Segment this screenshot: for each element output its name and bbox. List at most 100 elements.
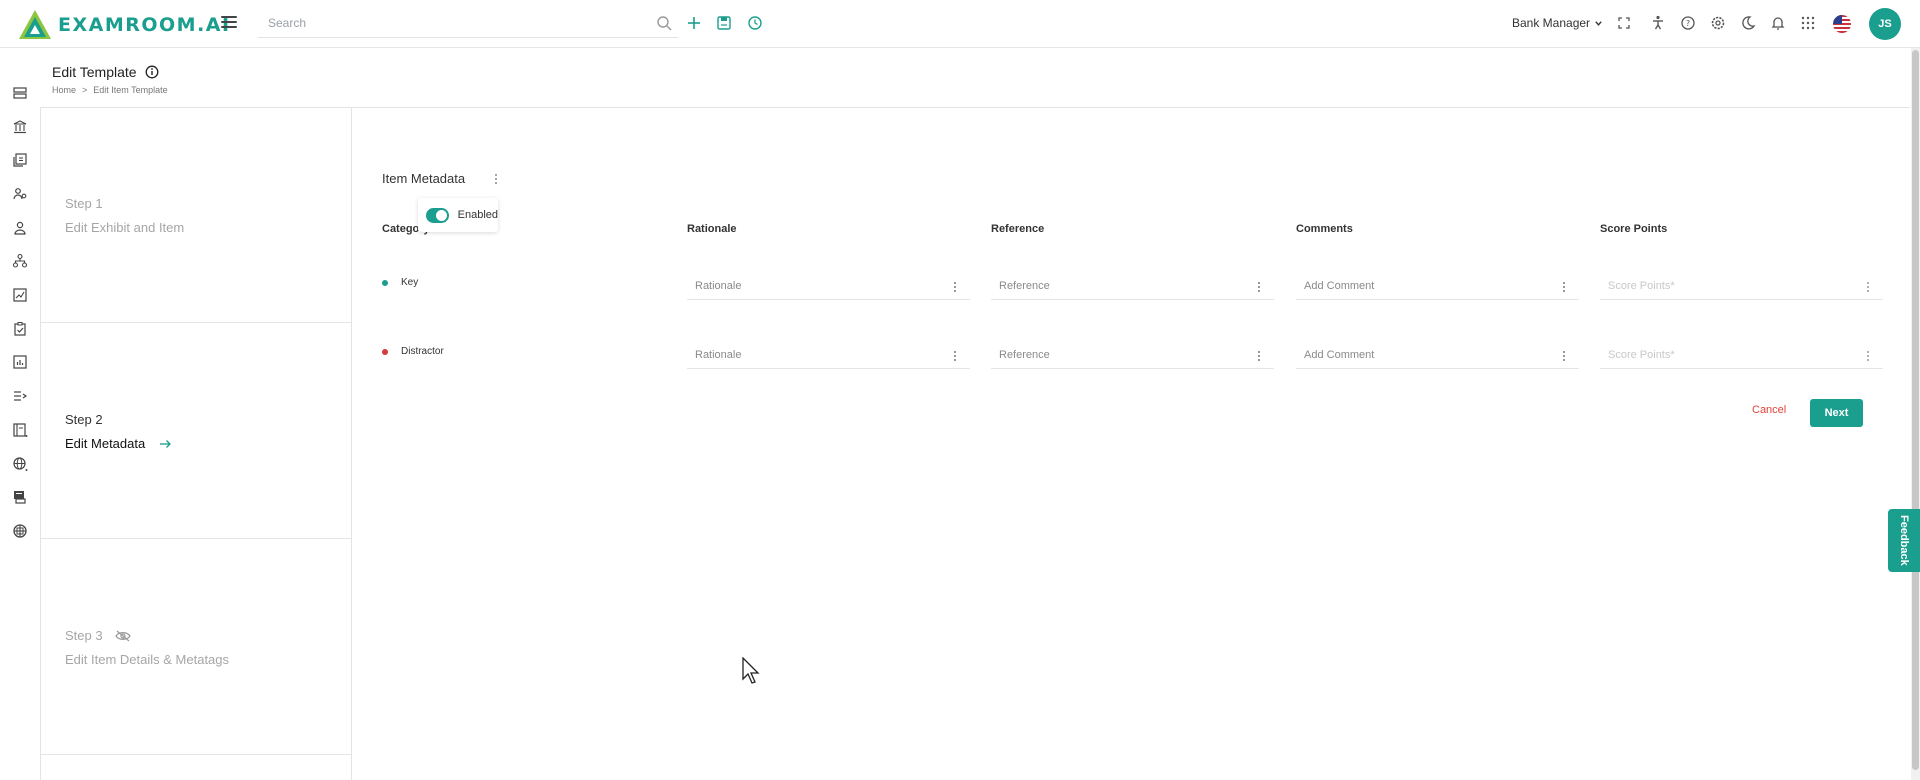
step-2-number-text: Step 2 <box>65 412 103 427</box>
column-header-rationale: Rationale <box>687 223 737 235</box>
rationale-field-text: Rationale <box>695 349 742 361</box>
more-vertical-icon[interactable] <box>1252 349 1266 363</box>
breadcrumb-home[interactable]: Home <box>52 85 76 95</box>
table-row-key: Key <box>382 277 418 288</box>
dashboard-icon[interactable] <box>12 85 28 101</box>
arrow-right-icon <box>160 439 172 448</box>
rationale-field-text: Rationale <box>695 280 742 292</box>
scrollbar-thumb[interactable] <box>1912 50 1919 770</box>
step-3[interactable]: Step 3 Edit Item Details & Metatags <box>41 540 352 755</box>
more-vertical-icon[interactable] <box>948 349 962 363</box>
enabled-toggle-label: Enabled <box>457 209 498 221</box>
comment-field-text: Add Comment <box>1304 280 1375 292</box>
accessibility-icon[interactable] <box>1648 13 1668 33</box>
row-category: Distractor <box>401 346 444 357</box>
logo-text: EXAMROOM.AI <box>58 13 231 36</box>
table-row-distractor: Distractor <box>382 346 444 357</box>
step-1-number: Step 1 <box>65 196 103 211</box>
rationale-field[interactable]: Rationale <box>687 272 970 300</box>
logo[interactable]: EXAMROOM.AI <box>18 9 231 40</box>
next-button[interactable]: Next <box>1810 399 1863 427</box>
settings-icon[interactable] <box>1708 13 1728 33</box>
tasks-icon[interactable] <box>12 321 28 337</box>
web-icon[interactable] <box>12 523 28 539</box>
avatar[interactable]: JS <box>1869 8 1901 40</box>
print-icon[interactable] <box>12 489 28 505</box>
more-vertical-icon[interactable] <box>1557 349 1571 363</box>
step-3-number-text: Step 3 <box>65 628 103 643</box>
more-vertical-icon[interactable] <box>948 280 962 294</box>
breadcrumb-current: Edit Item Template <box>93 85 168 95</box>
reference-field[interactable]: Reference <box>991 272 1274 300</box>
bank-icon[interactable] <box>12 119 28 135</box>
step-1-label: Edit Exhibit and Item <box>65 220 184 235</box>
globe-icon[interactable] <box>12 456 28 472</box>
apps-grid-icon[interactable] <box>1798 13 1818 33</box>
mouse-cursor-icon <box>742 657 760 684</box>
top-bar: EXAMROOM.AI Bank Manager <box>0 0 1920 48</box>
items-icon[interactable] <box>12 152 28 168</box>
section-title: Item Metadata <box>382 171 466 186</box>
column-header-reference: Reference <box>991 223 1045 235</box>
analytics-icon[interactable] <box>12 354 28 370</box>
cancel-button[interactable]: Cancel <box>1752 404 1786 416</box>
hierarchy-icon[interactable] <box>12 253 28 269</box>
key-status-dot <box>382 279 388 286</box>
logo-mark-icon <box>19 10 51 39</box>
feedback-tab[interactable]: Feedback <box>1888 509 1920 572</box>
metadata-content: Item Metadata Category Rationale Referen… <box>352 108 1910 780</box>
role-dropdown[interactable]: Bank Manager <box>1512 16 1603 30</box>
step-1[interactable]: Step 1 Edit Exhibit and Item <box>41 108 352 323</box>
search-input[interactable] <box>258 10 648 36</box>
plus-icon[interactable] <box>684 13 704 33</box>
page-header: Edit Template Home > Edit Item Template <box>40 48 1910 108</box>
enabled-toggle-popup: Enabled <box>418 198 498 232</box>
step-2-number: Step 2 <box>65 412 103 427</box>
svg-text:?: ? <box>1686 19 1690 28</box>
us-flag-icon[interactable] <box>1833 15 1851 33</box>
reference-field-text: Reference <box>999 349 1050 361</box>
steps-panel: Step 1 Edit Exhibit and Item Step 2 Edit… <box>40 108 352 780</box>
rationale-field[interactable]: Rationale <box>687 341 970 369</box>
reports-icon[interactable] <box>12 287 28 303</box>
dark-mode-icon[interactable] <box>1738 13 1758 33</box>
enabled-toggle[interactable] <box>426 207 449 223</box>
bell-icon[interactable] <box>1768 13 1788 33</box>
row-category: Key <box>401 277 419 288</box>
score-points-field[interactable]: Score Points* <box>1600 272 1883 300</box>
score-points-field-text: Score Points* <box>1608 280 1675 292</box>
score-points-field[interactable]: Score Points* <box>1600 341 1883 369</box>
comment-field-text: Add Comment <box>1304 349 1375 361</box>
step-2-label: Edit Metadata <box>65 436 172 451</box>
more-vertical-icon[interactable] <box>1861 280 1875 294</box>
step-2[interactable]: Step 2 Edit Metadata <box>41 324 352 539</box>
role-label: Bank Manager <box>1512 16 1591 30</box>
menu-toggle-icon[interactable] <box>221 16 237 30</box>
person-icon[interactable] <box>12 220 28 236</box>
section-more-icon[interactable] <box>489 172 503 186</box>
list-icon[interactable] <box>12 388 28 404</box>
comment-field[interactable]: Add Comment <box>1296 272 1579 300</box>
reference-field[interactable]: Reference <box>991 341 1274 369</box>
more-vertical-icon[interactable] <box>1252 280 1266 294</box>
sidebar <box>0 48 40 780</box>
info-icon[interactable] <box>145 65 159 79</box>
reference-field-text: Reference <box>999 280 1050 292</box>
search-icon[interactable] <box>656 15 672 31</box>
fullscreen-icon[interactable] <box>1614 13 1634 33</box>
eye-off-icon[interactable] <box>114 630 131 642</box>
column-header-comments: Comments <box>1296 223 1353 235</box>
help-icon[interactable]: ? <box>1678 13 1698 33</box>
users-icon[interactable] <box>12 186 28 202</box>
score-points-field-text: Score Points* <box>1608 349 1675 361</box>
distractor-status-dot <box>382 348 388 355</box>
history-icon[interactable] <box>745 13 765 33</box>
book-icon[interactable] <box>12 422 28 438</box>
step-3-label-text: Edit Item Details & Metatags <box>65 652 230 667</box>
column-header-score-points: Score Points <box>1600 223 1668 235</box>
more-vertical-icon[interactable] <box>1861 349 1875 363</box>
more-vertical-icon[interactable] <box>1557 280 1571 294</box>
save-icon[interactable] <box>714 13 734 33</box>
step-1-number-text: Step 1 <box>65 196 103 211</box>
comment-field[interactable]: Add Comment <box>1296 341 1579 369</box>
